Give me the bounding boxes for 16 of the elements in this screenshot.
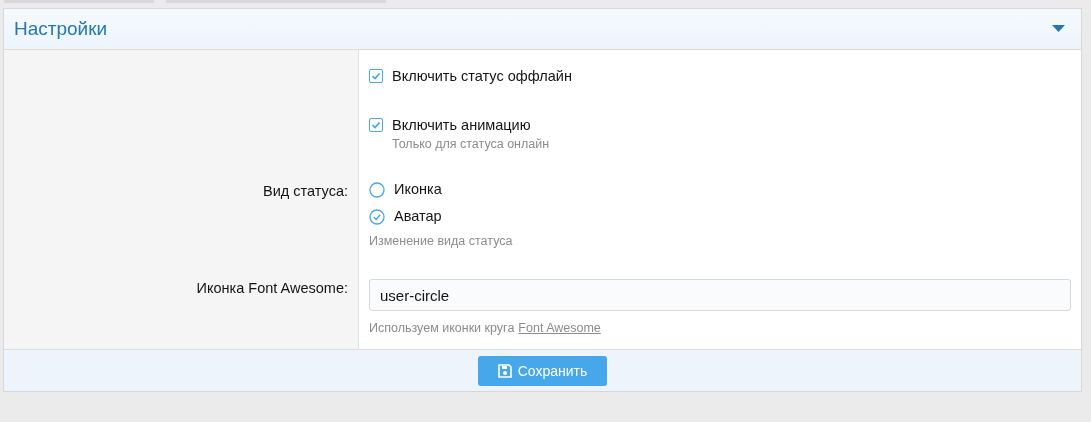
radio-label[interactable]: Аватар: [394, 203, 442, 230]
radio-button[interactable]: [369, 208, 385, 225]
checkbox[interactable]: [369, 118, 383, 132]
panel-title: Настройки: [14, 18, 108, 40]
hint-text: Только для статуса онлайн: [392, 137, 550, 151]
checkbox-label[interactable]: Включить статус оффлайн: [392, 66, 572, 86]
checkbox-label[interactable]: Включить анимацию: [392, 115, 531, 135]
caret-icon[interactable]: [1052, 25, 1065, 33]
field-label: Иконка Font Awesome:: [196, 280, 348, 296]
radio-label[interactable]: Иконка: [394, 176, 442, 203]
hint-text: Изменение вида статуса: [369, 234, 513, 248]
input-field[interactable]: user-circle: [369, 279, 1071, 311]
checkbox[interactable]: [369, 69, 383, 83]
field-label: Вид статуса:: [263, 183, 348, 199]
radio-button[interactable]: [369, 181, 385, 198]
hint-text: Используем иконки круга: [369, 321, 515, 335]
